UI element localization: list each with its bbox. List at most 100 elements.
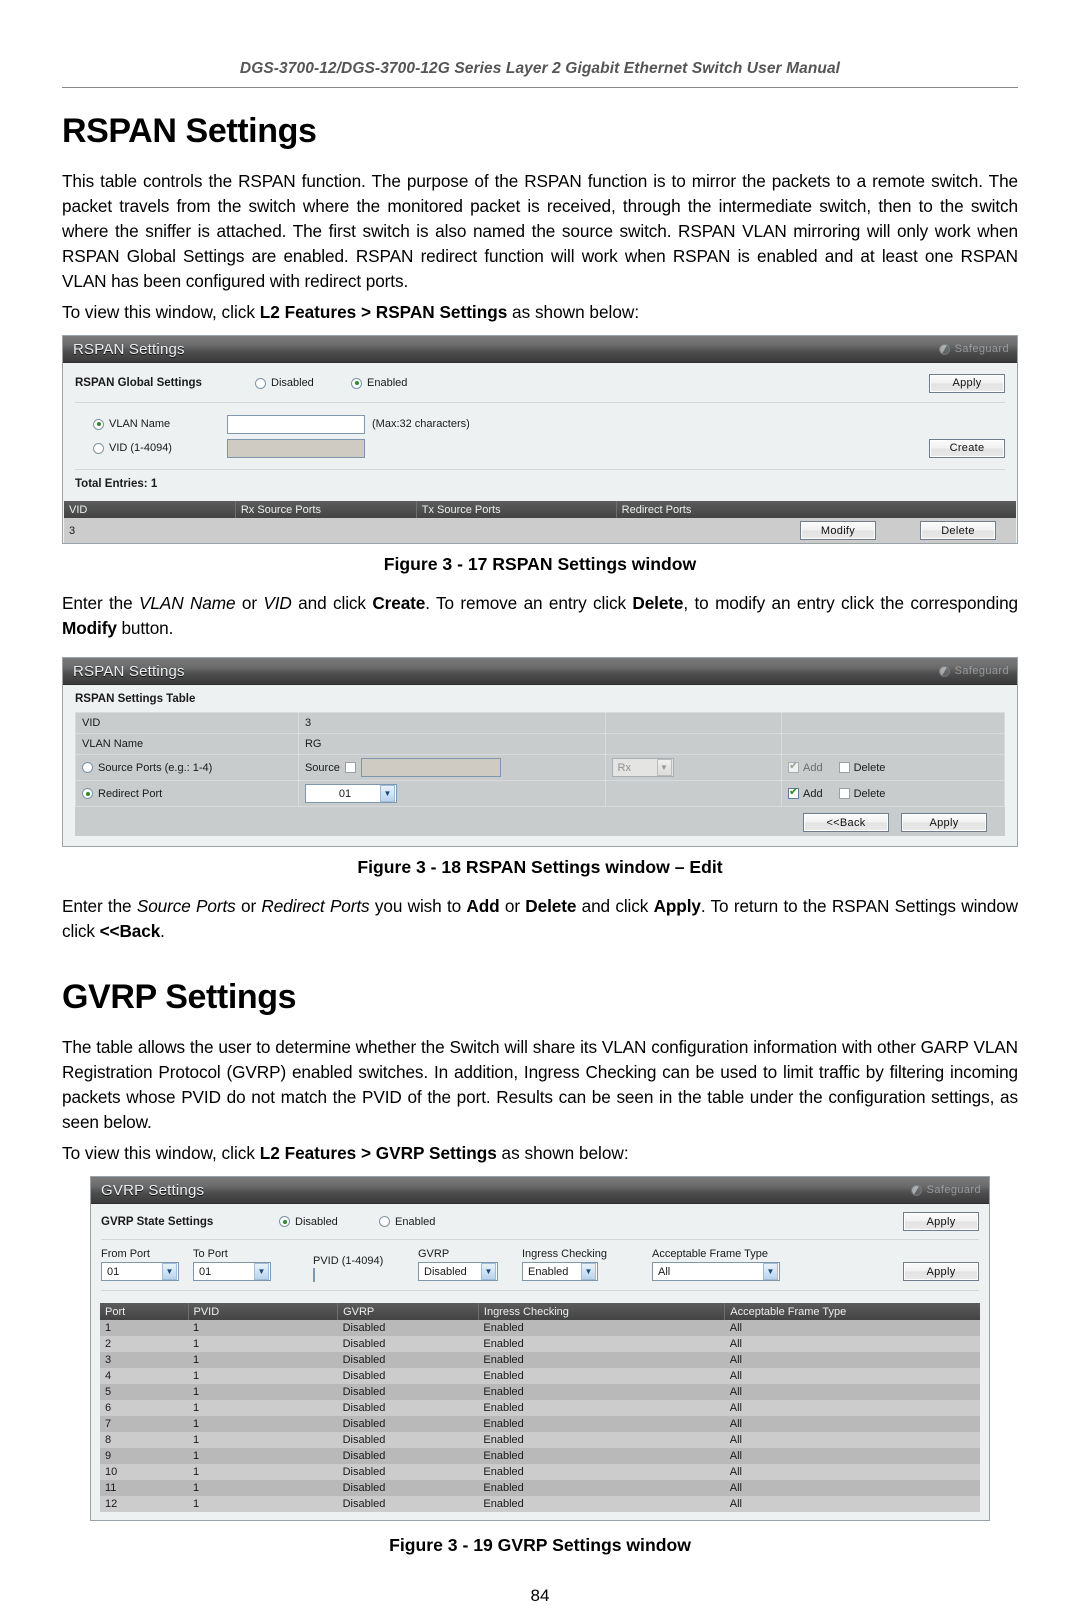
gvrp-cell-port: 1 — [100, 1320, 188, 1336]
rspan-vlan-name-radio[interactable]: VLAN Name — [75, 418, 227, 430]
gvrp-from-port-select[interactable]: 01 ▼ — [101, 1262, 179, 1281]
rspan-modify-button[interactable]: Modify — [800, 521, 876, 540]
rspan-global-disabled-radio[interactable]: Disabled — [255, 377, 351, 389]
rspan-edit-redirect-port-select[interactable]: 01 ▼ — [304, 784, 397, 803]
rspan-edit-vid-spacer2 — [781, 712, 1005, 734]
gvrp-cell-ingress: Enabled — [478, 1480, 725, 1496]
rspan-cell-vid: 3 — [64, 518, 236, 543]
rspan-edit-source-ports-radio[interactable]: Source Ports (e.g.: 1-4) — [82, 762, 292, 774]
text-fragment: and click — [576, 896, 654, 916]
emph-source-ports: Source Ports — [136, 896, 236, 916]
gvrp-cell-frame-type: All — [724, 1400, 980, 1416]
gvrp-intro-paragraph: The table allows the user to determine w… — [62, 1037, 1018, 1132]
section-heading-gvrp: GVRP Settings — [62, 978, 297, 1016]
rspan-vid-input[interactable] — [227, 438, 365, 458]
gvrp-cell-gvrp: Disabled — [337, 1416, 479, 1432]
gvrp-to-port-select[interactable]: 01 ▼ — [193, 1262, 271, 1281]
rspan-cell-rx — [235, 518, 417, 543]
gvrp-to-port-field: To Port 01 ▼ — [193, 1248, 313, 1281]
gvrp-pvid-input[interactable] — [313, 1268, 315, 1282]
gvrp-cell-pvid: 1 — [188, 1464, 338, 1480]
radio-icon — [255, 377, 266, 389]
gvrp-cell-ingress: Enabled — [478, 1368, 725, 1384]
gvrp-ingress-select[interactable]: Enabled ▼ — [522, 1262, 598, 1281]
table-row: 10 1 Disabled Enabled All — [100, 1464, 980, 1480]
gvrp-gvrp-select[interactable]: Disabled ▼ — [418, 1262, 498, 1281]
gvrp-cell-gvrp: Disabled — [337, 1336, 479, 1352]
rspan-edit-source-actions-cell: Add Delete — [781, 754, 1005, 781]
gvrp-nav-prefix: To view this window, click — [62, 1143, 260, 1163]
rspan-edit-source-checkbox[interactable] — [344, 762, 356, 773]
gvrp-state-enabled-label: Enabled — [395, 1215, 436, 1228]
rspan-edit-apply-button[interactable]: Apply — [901, 813, 987, 832]
gvrp-cell-pvid: 1 — [188, 1432, 338, 1448]
radio-icon — [82, 762, 93, 773]
rspan-fig18-followup: Enter the Source Ports or Redirect Ports… — [62, 894, 1018, 944]
rspan-global-settings-label: RSPAN Global Settings — [75, 377, 202, 389]
gvrp-state-disabled-radio[interactable]: Disabled — [279, 1216, 379, 1228]
gvrp-cell-frame-type: All — [724, 1496, 980, 1512]
gvrp-cell-port: 10 — [100, 1464, 188, 1480]
gvrp-state-settings-row: GVRP State Settings Disabled Enabled App… — [101, 1211, 979, 1232]
gvrp-to-port-label: To Port — [193, 1248, 228, 1260]
rspan-edit-back-button[interactable]: <<Back — [803, 813, 889, 832]
rspan-global-apply-button[interactable]: Apply — [929, 373, 1005, 393]
rspan-edit-source-delete-checkbox[interactable] — [838, 762, 850, 773]
divider — [101, 1239, 979, 1240]
emph-vlan-name: VLAN Name — [139, 593, 236, 613]
rspan-edit-source-input[interactable] — [360, 758, 501, 777]
gvrp-col-gvrp: GVRP — [337, 1303, 479, 1320]
safeguard-indicator: Safeguard — [938, 343, 1009, 355]
gvrp-from-port-label: From Port — [101, 1248, 150, 1260]
rspan-edit-redirect-delete-checkbox[interactable] — [838, 788, 850, 799]
rspan-col-vid: VID — [64, 501, 236, 518]
gvrp-cell-port: 7 — [100, 1416, 188, 1432]
gvrp-ingress-field: Ingress Checking Enabled ▼ — [522, 1248, 652, 1281]
table-row: 12 1 Disabled Enabled All — [100, 1496, 980, 1512]
emph-delete: Delete — [632, 593, 684, 613]
rspan-delete-button[interactable]: Delete — [920, 521, 996, 540]
rspan-edit-direction-select[interactable]: Rx ▼ — [611, 758, 674, 777]
radio-icon — [93, 418, 104, 430]
gvrp-settings-window: GVRP Settings Safeguard GVRP State Setti… — [90, 1176, 990, 1521]
gvrp-col-pvid: PVID — [188, 1303, 339, 1320]
gvrp-cell-frame-type: All — [724, 1352, 980, 1368]
rspan-vid-radio[interactable]: VID (1-4094) — [75, 442, 227, 454]
gvrp-state-enabled-radio[interactable]: Enabled — [379, 1216, 435, 1228]
rspan-edit-redirect-delete-label: Delete — [853, 787, 886, 800]
table-row: 3 1 Disabled Enabled All — [100, 1352, 980, 1368]
gvrp-state-disabled-label: Disabled — [295, 1215, 338, 1228]
rspan-edit-vid-spacer1 — [604, 712, 783, 734]
rspan-fig17-followup: Enter the VLAN Name or VID and click Cre… — [62, 591, 1018, 641]
gvrp-cell-port: 2 — [100, 1336, 188, 1352]
rspan-nav-suffix: as shown below: — [507, 302, 640, 322]
table-header-row: Port PVID GVRP Ingress Checking Acceptab… — [100, 1303, 980, 1320]
rspan-window-title: RSPAN Settings — [73, 340, 185, 358]
gvrp-cell-gvrp: Disabled — [337, 1432, 479, 1448]
rspan-vlan-name-input[interactable] — [227, 414, 365, 434]
rspan-edit-window-title: RSPAN Settings — [73, 662, 185, 680]
text-fragment: Enter the — [62, 896, 137, 916]
gvrp-col-ingress: Ingress Checking — [478, 1303, 726, 1320]
chevron-down-icon: ▼ — [162, 1263, 177, 1280]
rspan-create-button[interactable]: Create — [929, 438, 1005, 458]
rspan-edit-source-add-checkbox[interactable] — [788, 760, 800, 773]
rspan-edit-redirect-port-row: Redirect Port 01 ▼ Add — [75, 780, 1005, 807]
gvrp-state-apply-button[interactable]: Apply — [903, 1212, 979, 1231]
rspan-edit-redirect-add-checkbox[interactable] — [788, 786, 800, 799]
gvrp-frame-type-select[interactable]: All ▼ — [652, 1262, 780, 1281]
emph-modify: Modify — [62, 618, 117, 638]
gvrp-cell-gvrp: Disabled — [337, 1464, 479, 1480]
gvrp-port-apply-button[interactable]: Apply — [903, 1262, 979, 1281]
running-header: DGS-3700-12/DGS-3700-12G Series Layer 2 … — [239, 60, 841, 77]
gvrp-frame-type-label: Acceptable Frame Type — [652, 1248, 768, 1260]
rspan-col-redirect: Redirect Ports — [616, 501, 1016, 518]
emph-create: Create — [372, 593, 426, 613]
rspan-global-enabled-radio[interactable]: Enabled — [351, 377, 407, 389]
gvrp-gvrp-field: GVRP Disabled ▼ — [418, 1248, 522, 1281]
gvrp-cell-gvrp: Disabled — [337, 1384, 479, 1400]
rspan-edit-vid-label: VID — [75, 712, 299, 734]
gvrp-cell-port: 4 — [100, 1368, 188, 1384]
rspan-edit-redirect-port-radio[interactable]: Redirect Port — [82, 788, 292, 800]
rspan-vid-row: VID (1-4094) Create — [75, 436, 1005, 460]
